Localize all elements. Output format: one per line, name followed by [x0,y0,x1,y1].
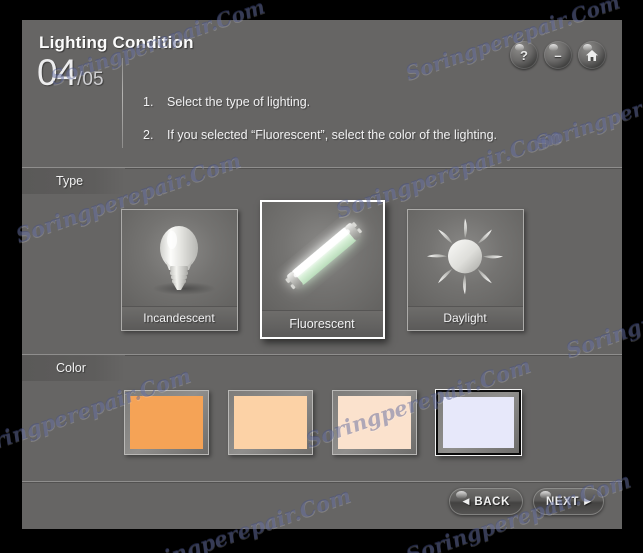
instruction-item: 1. Select the type of lighting. [143,95,593,109]
home-button[interactable] [578,41,606,69]
type-section-label-text: Type [56,174,84,188]
next-button-label: NEXT [546,495,580,508]
instruction-list: 1. Select the type of lighting. 2. If yo… [143,95,593,161]
next-button[interactable]: NEXT ▶ [533,488,604,515]
help-button[interactable]: ? [510,41,538,69]
back-button-label: BACK [474,495,510,508]
color-swatch-pale-blue[interactable] [434,389,522,456]
step-total: /05 [77,69,104,90]
instruction-text: Select the type of lighting. [167,95,311,109]
type-option-label: Daylight [407,305,523,330]
home-icon [586,49,598,61]
type-section-label: Type [22,168,125,194]
color-swatch-list [22,389,622,456]
type-option-label: Incandescent [121,305,237,330]
color-swatch-pale-peach[interactable] [331,390,417,455]
header-vertical-divider [122,58,123,148]
color-swatch-fill [337,396,411,449]
color-swatch-fill [129,396,203,449]
color-section-label-text: Color [56,361,86,375]
header-button-group: ? – [510,41,606,69]
step-indicator: 04 /05 [37,54,104,91]
header: Lighting Condition 04 /05 1. Select the … [22,20,622,167]
instruction-item: 2. If you selected “Fluorescent”, select… [143,128,593,142]
fluorescent-tube-icon [284,222,362,290]
color-section: Color [22,355,622,456]
instruction-number: 2. [143,128,154,142]
type-option-daylight[interactable]: Daylight [406,208,524,331]
app-window: Lighting Condition 04 /05 1. Select the … [0,0,643,553]
minimize-button[interactable]: – [544,41,572,69]
type-option-image [261,202,383,310]
type-option-label: Fluorescent [261,310,383,337]
type-option-image [121,209,237,306]
type-option-incandescent[interactable]: Incandescent [120,208,238,331]
light-bulb-icon [160,225,198,290]
question-mark-icon: ? [520,47,528,63]
type-option-image [407,209,523,306]
type-option-fluorescent[interactable]: Fluorescent [259,200,385,339]
arrow-right-icon: ▶ [584,496,591,506]
wizard-panel: Lighting Condition 04 /05 1. Select the … [22,20,622,529]
footer-nav: ◀ BACK NEXT ▶ [449,488,604,515]
page-title: Lighting Condition [39,33,194,52]
footer-divider [22,481,622,482]
color-swatch-light-peach[interactable] [227,390,313,455]
type-option-list: Incandescent Fluorescent Daylight [22,200,622,339]
color-section-label: Color [22,355,125,381]
color-swatch-fill [233,396,307,449]
type-section: Type Incandescent Fluorescent Daylight [22,168,622,339]
back-button[interactable]: ◀ BACK [449,488,523,515]
arrow-left-icon: ◀ [462,496,470,506]
color-swatch-fill [442,397,514,448]
sun-icon [427,217,503,294]
step-current: 04 [37,52,77,93]
instruction-text: If you selected “Fluorescent”, select th… [167,128,498,142]
minus-icon: – [554,47,562,63]
color-swatch-orange[interactable] [123,390,209,455]
instruction-number: 1. [143,95,154,109]
